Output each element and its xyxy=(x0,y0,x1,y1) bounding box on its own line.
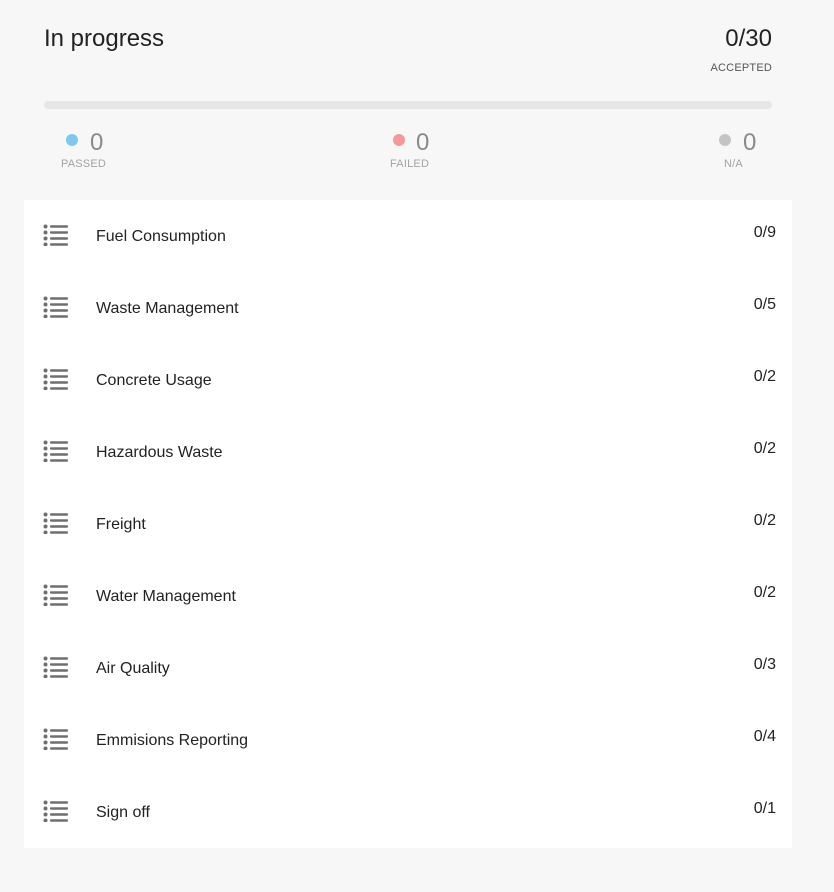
section-row[interactable]: Sign off 0/1 xyxy=(24,776,792,848)
list-icon xyxy=(43,728,69,751)
passed-count: 0 xyxy=(90,129,104,156)
section-row[interactable]: Water Management 0/2 xyxy=(24,560,792,632)
section-row[interactable]: Emmisions Reporting 0/4 xyxy=(24,704,792,776)
na-dot-icon xyxy=(719,134,731,146)
section-count: 0/5 xyxy=(753,296,776,313)
progress-bar xyxy=(44,101,772,109)
section-label: Fuel Consumption xyxy=(96,228,226,245)
failed-dot-icon xyxy=(393,134,405,146)
section-label: Water Management xyxy=(96,588,236,605)
failed-label: FAILED xyxy=(390,158,430,170)
na-count: 0 xyxy=(743,129,757,156)
accepted-count: 0/30 xyxy=(725,25,772,52)
section-list: Fuel Consumption 0/9 Waste Management 0/… xyxy=(24,200,792,848)
section-count: 0/3 xyxy=(753,656,776,673)
list-icon xyxy=(43,584,69,607)
status-title: In progress xyxy=(44,25,165,52)
list-icon xyxy=(43,296,69,319)
section-count: 0/2 xyxy=(753,368,776,385)
list-icon xyxy=(43,224,69,247)
section-count: 0/2 xyxy=(753,512,776,529)
passed-label: PASSED xyxy=(61,158,107,170)
section-row[interactable]: Fuel Consumption 0/9 xyxy=(24,200,792,272)
list-icon xyxy=(43,440,69,463)
section-label: Waste Management xyxy=(96,300,239,317)
na-label: N/A xyxy=(724,158,743,170)
failed-count: 0 xyxy=(416,129,430,156)
list-icon xyxy=(43,368,69,391)
section-label: Air Quality xyxy=(96,660,170,677)
section-label: Emmisions Reporting xyxy=(96,732,249,749)
section-row[interactable]: Concrete Usage 0/2 xyxy=(24,344,792,416)
progress-summary: In progress 0/30 ACCEPTED 0 PASSED 0 FAI… xyxy=(0,0,834,200)
accepted-label: ACCEPTED xyxy=(710,62,772,74)
passed-dot-icon xyxy=(66,134,78,146)
section-count: 0/1 xyxy=(753,800,776,817)
section-label: Freight xyxy=(96,516,146,533)
list-icon xyxy=(43,512,69,535)
section-row[interactable]: Hazardous Waste 0/2 xyxy=(24,416,792,488)
section-label: Hazardous Waste xyxy=(96,444,223,461)
list-icon xyxy=(43,656,69,679)
section-row[interactable]: Freight 0/2 xyxy=(24,488,792,560)
section-row[interactable]: Air Quality 0/3 xyxy=(24,632,792,704)
section-count: 0/9 xyxy=(753,224,776,241)
section-row[interactable]: Waste Management 0/5 xyxy=(24,272,792,344)
section-count: 0/2 xyxy=(753,584,776,601)
list-icon xyxy=(43,800,69,823)
section-label: Concrete Usage xyxy=(96,372,212,389)
section-count: 0/4 xyxy=(753,728,776,745)
section-count: 0/2 xyxy=(753,440,776,457)
section-label: Sign off xyxy=(96,804,150,821)
